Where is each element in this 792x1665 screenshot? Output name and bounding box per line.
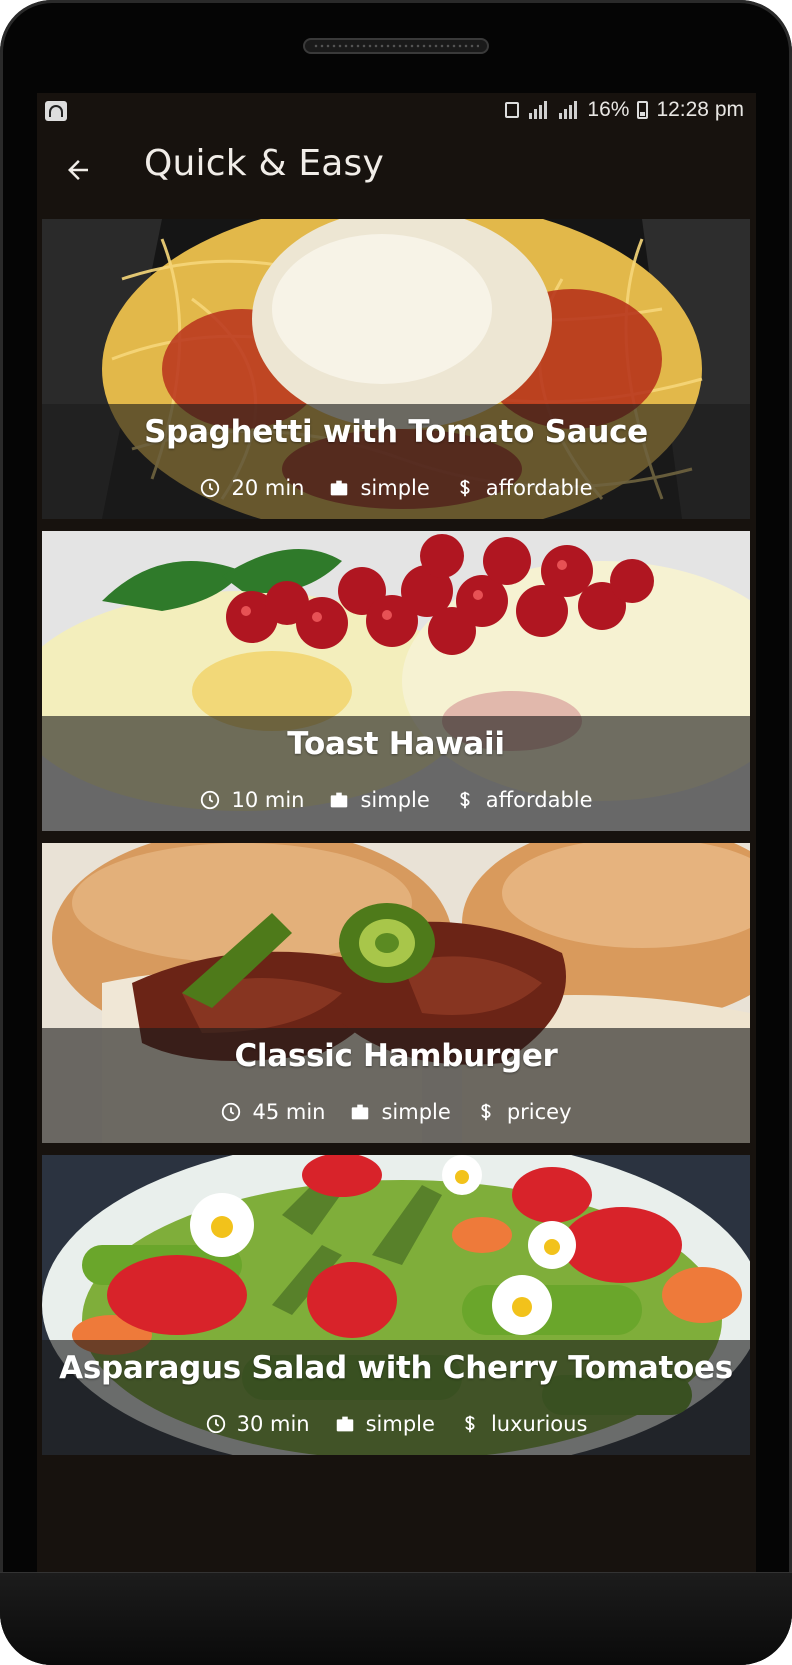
- meal-complexity: simple: [381, 1100, 451, 1124]
- page-title: Quick & Easy: [144, 143, 385, 184]
- wifi-icon: [45, 101, 67, 121]
- meal-meta: 20 min simple affordable: [42, 476, 750, 500]
- meal-title: Spaghetti with Tomato Sauce: [144, 414, 648, 450]
- meal-complexity: simple: [360, 476, 430, 500]
- briefcase-icon: [336, 1416, 353, 1432]
- meal-meta: 45 min simple pricey: [42, 1100, 750, 1124]
- meal-duration: 10 min: [231, 788, 305, 812]
- meal-affordability: affordable: [485, 788, 593, 812]
- earpiece-speaker: [303, 38, 489, 54]
- meal-meta: 30 min simple luxurious: [42, 1412, 750, 1436]
- app-bar: Quick & Easy: [37, 129, 756, 213]
- meal-list: Spaghetti with Tomato Sauce 20 min simpl…: [42, 219, 750, 1467]
- phone-frame: 16% 12:28 pm Quick & Easy Spaghetti with…: [0, 0, 792, 1665]
- clock-icon: [222, 1102, 241, 1122]
- clock-icon: [201, 790, 220, 810]
- meal-affordability: affordable: [485, 476, 593, 500]
- phone-chin: [0, 1572, 792, 1665]
- meal-card[interactable]: Asparagus Salad with Cherry Tomatoes 30 …: [42, 1155, 750, 1455]
- battery-icon: [637, 101, 649, 119]
- meal-title: Classic Hamburger: [234, 1038, 558, 1074]
- meal-title: Asparagus Salad with Cherry Tomatoes: [59, 1350, 733, 1386]
- battery-percent: 16%: [587, 98, 630, 121]
- arrow-back-icon[interactable]: [63, 155, 93, 185]
- card-overlay: Asparagus Salad with Cherry Tomatoes 30 …: [42, 1340, 750, 1455]
- meal-title: Toast Hawaii: [287, 726, 505, 762]
- clock-icon: [206, 1414, 225, 1434]
- dollar-icon: [460, 479, 470, 497]
- app-screen: 16% 12:28 pm Quick & Easy Spaghetti with…: [37, 93, 756, 1573]
- meal-duration: 45 min: [252, 1100, 326, 1124]
- dollar-icon: [460, 791, 470, 809]
- card-overlay: Spaghetti with Tomato Sauce 20 min simpl…: [42, 404, 750, 519]
- meal-card[interactable]: Toast Hawaii 10 min simple affordable: [42, 531, 750, 831]
- meal-card[interactable]: Spaghetti with Tomato Sauce 20 min simpl…: [42, 219, 750, 519]
- briefcase-icon: [331, 480, 348, 496]
- clock-time: 12:28 pm: [656, 98, 744, 121]
- meal-complexity: simple: [365, 1412, 435, 1436]
- meal-card[interactable]: Classic Hamburger 45 min simple pricey: [42, 843, 750, 1143]
- briefcase-icon: [331, 792, 348, 808]
- meal-complexity: simple: [360, 788, 430, 812]
- meal-meta: 10 min simple affordable: [42, 788, 750, 812]
- card-overlay: Classic Hamburger 45 min simple pricey: [42, 1028, 750, 1143]
- meal-duration: 20 min: [231, 476, 305, 500]
- dollar-icon: [465, 1415, 475, 1433]
- signal-icon-2: [557, 101, 579, 119]
- signal-icon: [527, 101, 549, 119]
- meal-affordability: pricey: [506, 1100, 572, 1124]
- dollar-icon: [481, 1103, 491, 1121]
- sd-card-icon: [505, 102, 520, 118]
- briefcase-icon: [352, 1104, 369, 1120]
- meal-duration: 30 min: [236, 1412, 310, 1436]
- card-overlay: Toast Hawaii 10 min simple affordable: [42, 716, 750, 831]
- clock-icon: [201, 478, 220, 498]
- meal-affordability: luxurious: [490, 1412, 588, 1436]
- status-bar: 16% 12:28 pm: [37, 93, 756, 129]
